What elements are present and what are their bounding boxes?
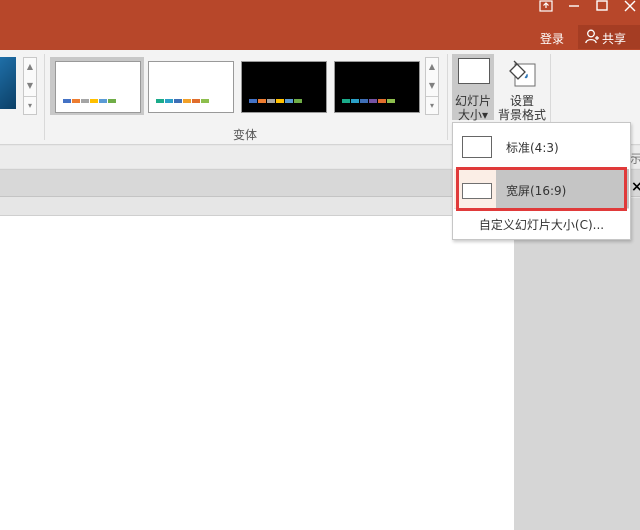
pin-icon[interactable] — [535, 0, 557, 14]
color-swatch — [342, 99, 350, 103]
slide-editing-area[interactable] — [0, 216, 514, 530]
group-separator — [44, 54, 45, 140]
color-swatch — [99, 99, 107, 103]
login-link[interactable]: 登录 — [540, 30, 564, 47]
theme-gallery-scroll[interactable]: ▲ ▼ ▾ — [23, 57, 37, 115]
color-swatch — [276, 99, 284, 103]
scroll-up-icon[interactable]: ▲ — [426, 58, 438, 76]
color-swatch — [183, 99, 191, 103]
color-swatch — [258, 99, 266, 103]
scroll-down-icon[interactable]: ▼ — [426, 77, 438, 95]
color-swatch — [174, 99, 182, 103]
color-swatch — [285, 99, 293, 103]
close-icon[interactable] — [619, 0, 640, 14]
slide-size-button[interactable]: 幻灯片 大小▾ — [452, 54, 494, 122]
scroll-down-icon[interactable]: ▼ — [24, 77, 36, 95]
color-swatch — [165, 99, 173, 103]
paint-bucket-icon — [509, 60, 536, 87]
color-swatch — [108, 99, 116, 103]
color-swatch — [156, 99, 164, 103]
color-swatch — [351, 99, 359, 103]
highlight-box — [456, 167, 627, 211]
variant-thumbnail-4[interactable] — [334, 61, 420, 113]
color-swatch — [249, 99, 257, 103]
person-icon — [585, 29, 599, 44]
color-swatch — [90, 99, 98, 103]
gallery-more-icon[interactable]: ▾ — [426, 96, 438, 115]
color-swatch — [192, 99, 200, 103]
color-swatch — [81, 99, 89, 103]
group-separator — [447, 54, 448, 140]
variant-thumbnail-3[interactable] — [241, 61, 327, 113]
format-background-button[interactable]: 设置 背景格式 — [498, 56, 546, 122]
variant-thumbnail-1[interactable] — [55, 61, 141, 113]
scroll-up-icon[interactable]: ▲ — [24, 58, 36, 76]
color-swatch — [72, 99, 80, 103]
color-swatch — [294, 99, 302, 103]
color-swatch — [201, 99, 209, 103]
clipped-ribbon-label: 示 — [630, 152, 640, 166]
theme-thumbnail-clipped[interactable] — [0, 57, 16, 109]
slide-size-icon — [458, 58, 490, 84]
share-button[interactable]: 共享 — [578, 25, 640, 49]
menu-item-standard[interactable]: 标准(4:3) — [454, 126, 629, 166]
pane-close-icon[interactable]: × — [631, 179, 640, 195]
color-swatch — [378, 99, 386, 103]
menu-item-custom-size[interactable]: 自定义幻灯片大小(C)... — [453, 216, 630, 233]
standard-size-icon — [462, 136, 492, 158]
format-background-label-line2: 背景格式 — [498, 108, 547, 122]
variant-thumbnail-2[interactable] — [148, 61, 234, 113]
color-swatch — [267, 99, 275, 103]
color-swatch — [63, 99, 71, 103]
color-swatch — [360, 99, 368, 103]
color-swatch — [369, 99, 377, 103]
right-pane — [514, 198, 640, 530]
share-label: 共享 — [602, 32, 627, 46]
color-swatch — [387, 99, 395, 103]
variants-group-label: 变体 — [232, 128, 257, 142]
menu-item-label: 标准(4:3) — [506, 141, 559, 155]
slide-size-label-line2: 大小▾ — [457, 108, 489, 122]
minimize-icon[interactable] — [563, 0, 585, 14]
variant-gallery-scroll[interactable]: ▲ ▼ ▾ — [425, 57, 439, 115]
gallery-more-icon[interactable]: ▾ — [24, 96, 36, 115]
maximize-icon[interactable] — [591, 0, 613, 14]
